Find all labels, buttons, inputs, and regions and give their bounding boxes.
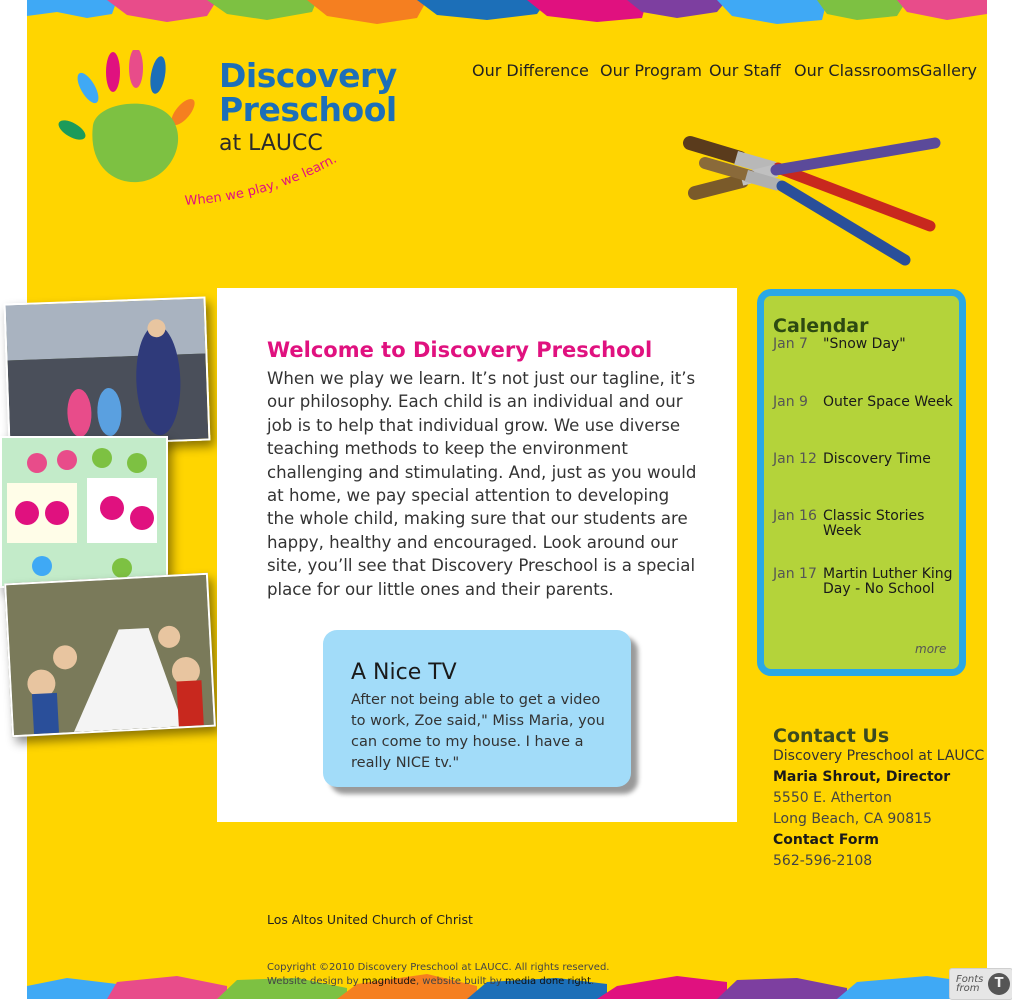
- calendar-event-title[interactable]: Outer Space Week: [823, 395, 959, 410]
- calendar-event-title[interactable]: Martin Luther King Day - No School: [823, 567, 959, 597]
- church-link[interactable]: Los Altos United Church of Christ: [267, 912, 473, 927]
- paintbrushes-image: [683, 136, 941, 266]
- calendar-event-date: Jan 16: [773, 508, 817, 524]
- contact-director: Maria Shrout, Director: [773, 769, 951, 785]
- paint-splatter-top: [27, 0, 987, 26]
- logo-title-line1: Discovery: [219, 56, 397, 95]
- copyright-text: Copyright ©2010 Discovery Preschool at L…: [267, 962, 610, 973]
- contact-address-line2: Long Beach, CA 90815: [773, 811, 932, 827]
- copyright-block: Copyright ©2010 Discovery Preschool at L…: [267, 961, 609, 989]
- logo-tagline: When we play, we learn.: [184, 152, 339, 209]
- calendar-event-date: Jan 12: [773, 451, 817, 467]
- nav-our-program[interactable]: Our Program: [600, 61, 702, 80]
- contact-form-link[interactable]: Contact Form: [773, 832, 879, 848]
- calendar-more-link[interactable]: more: [915, 642, 946, 656]
- tagline-text: When we play, we learn.: [184, 152, 339, 209]
- quote-title: A Nice TV: [351, 660, 457, 685]
- calendar-event-date: Jan 17: [773, 566, 817, 582]
- logo-title-line2: Preschool: [219, 90, 397, 129]
- svg-text:When we play, we learn.: When we play, we learn.: [184, 152, 339, 209]
- credits-suffix: .: [591, 976, 595, 987]
- credits-built-prefix: , website built by: [415, 976, 502, 987]
- photo-costume-parade: [3, 296, 211, 448]
- calendar-event-title[interactable]: Classic Stories Week: [823, 509, 959, 539]
- contact-phone: 562-596-2108: [773, 853, 873, 869]
- credits-line: Website design by magnitude, website bui…: [267, 975, 609, 989]
- calendar-event-title[interactable]: Discovery Time: [823, 452, 959, 467]
- quote-text: After not being able to get a video to w…: [351, 692, 605, 771]
- welcome-paragraph: When we play we learn. It’s not just our…: [267, 369, 697, 599]
- nav-our-staff[interactable]: Our Staff: [709, 61, 781, 80]
- contact-address-line1: 5550 E. Atherton: [773, 790, 892, 806]
- credits-design-prefix: Website design by: [267, 976, 359, 987]
- welcome-heading: Welcome to Discovery Preschool: [267, 338, 653, 362]
- fonts-from-badge[interactable]: Fonts from T: [949, 968, 1012, 1000]
- typekit-icon: T: [988, 973, 1010, 995]
- photo-classroom-party: [4, 572, 216, 738]
- calendar-heading: Calendar: [773, 315, 869, 337]
- media-done-right-link[interactable]: media done right: [505, 976, 591, 987]
- magnitude-link[interactable]: magnitude: [362, 976, 416, 987]
- nav-our-classrooms[interactable]: Our Classrooms: [794, 61, 920, 80]
- contact-heading: Contact Us: [773, 725, 890, 747]
- calendar-event-title[interactable]: "Snow Day": [823, 337, 959, 352]
- fonts-badge-label: Fonts from: [956, 974, 984, 994]
- nav-gallery[interactable]: Gallery: [920, 61, 977, 80]
- nav-our-difference[interactable]: Our Difference: [472, 61, 589, 80]
- handprint-logo-icon: [58, 50, 195, 183]
- contact-org-name: Discovery Preschool at LAUCC: [773, 748, 985, 764]
- calendar-event-date: Jan 9: [773, 394, 808, 410]
- calendar-event-date: Jan 7: [773, 336, 808, 352]
- photo-handprints: [0, 436, 168, 588]
